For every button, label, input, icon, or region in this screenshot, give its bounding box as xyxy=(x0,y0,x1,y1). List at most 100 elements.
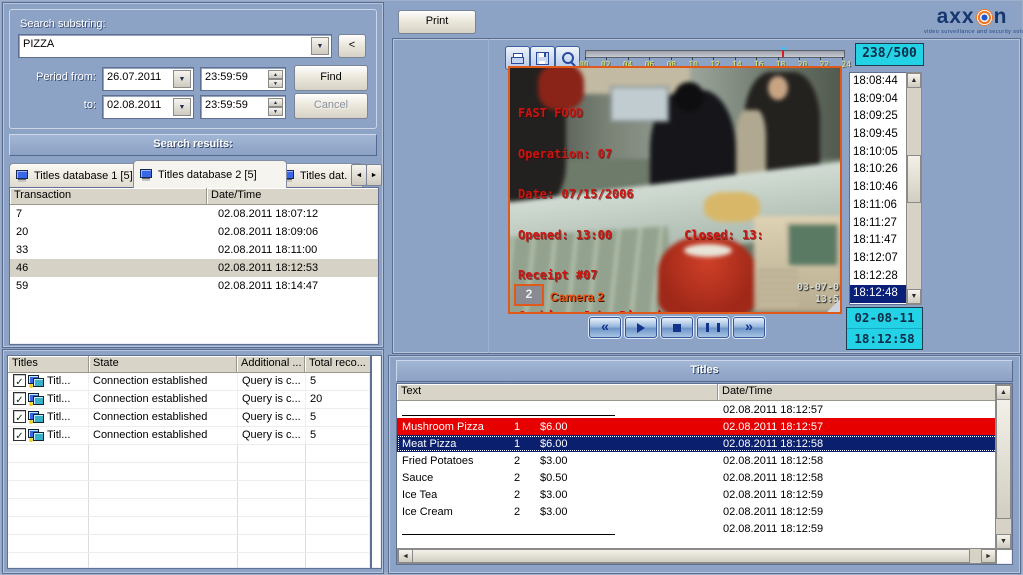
from-date-combo[interactable]: 26.07.2011 xyxy=(102,67,194,91)
source-checkbox[interactable] xyxy=(13,374,26,387)
time-list-item[interactable]: 18:10:05 xyxy=(850,144,906,162)
resize-grip-icon[interactable] xyxy=(827,299,840,312)
sources-table: Titles State Additional ... Total reco..… xyxy=(7,355,371,569)
column-text[interactable]: Text xyxy=(397,384,718,401)
scroll-down-button[interactable]: ▼ xyxy=(907,289,921,304)
video-frame: FAST FOOD Operation: 07 Date: 07/15/2006… xyxy=(508,66,842,314)
fast-forward-button[interactable] xyxy=(733,317,765,338)
scroll-down-button[interactable]: ▼ xyxy=(996,534,1011,549)
title-row[interactable]: 02.08.2011 18:12:57 xyxy=(397,401,1012,418)
title-row-selected[interactable]: Meat Pizza1$6.00 02.08.2011 18:12:58 xyxy=(397,435,1012,452)
tab-label: Titles database 1 [5] xyxy=(34,170,133,182)
scrollbar-thumb[interactable] xyxy=(412,549,970,563)
time-list-item[interactable]: 18:12:07 xyxy=(850,250,906,268)
time-list-item[interactable]: 18:08:44 xyxy=(850,73,906,91)
item-qty: 2 xyxy=(502,455,532,467)
time-list-item[interactable]: 18:10:26 xyxy=(850,161,906,179)
time-list-item[interactable]: 18:11:27 xyxy=(850,215,906,233)
from-time-spinner[interactable]: 23:59:59 xyxy=(200,67,286,91)
search-input[interactable]: PIZZA xyxy=(18,34,332,58)
rewind-button[interactable] xyxy=(589,317,621,338)
cancel-button[interactable]: Cancel xyxy=(294,93,368,119)
to-time-up[interactable] xyxy=(268,98,283,107)
source-checkbox[interactable] xyxy=(13,410,26,423)
source-checkbox[interactable] xyxy=(13,392,26,405)
source-name: Titl... xyxy=(47,375,70,387)
source-checkbox[interactable] xyxy=(13,428,26,441)
tab-titles-database-2[interactable]: Titles database 2 [5] xyxy=(133,160,287,188)
table-row[interactable]: 59 02.08.2011 18:14:47 xyxy=(10,277,378,295)
play-button[interactable] xyxy=(625,317,657,338)
time-list-item[interactable]: 18:13:08 xyxy=(850,303,906,305)
table-row[interactable]: 7 02.08.2011 18:07:12 xyxy=(10,205,378,223)
table-row[interactable]: 20 02.08.2011 18:09:06 xyxy=(10,223,378,241)
to-date-dropdown[interactable] xyxy=(173,98,191,116)
from-date-dropdown[interactable] xyxy=(173,70,191,88)
item-name: Sauce xyxy=(397,472,502,484)
title-row[interactable]: 02.08.2011 18:12:59 xyxy=(397,520,1012,537)
time-list-item[interactable]: 18:09:04 xyxy=(850,91,906,109)
from-time-down[interactable] xyxy=(268,79,283,88)
to-time-spinner[interactable]: 23:59:59 xyxy=(200,95,286,119)
search-dropdown-button[interactable] xyxy=(311,37,329,55)
empty-row xyxy=(8,535,370,553)
cell-datetime: 02.08.2011 18:12:58 xyxy=(717,472,1003,484)
time-list-item[interactable]: 18:11:47 xyxy=(850,232,906,250)
item-price: $3.00 xyxy=(532,489,610,501)
time-list-scrollbar[interactable]: ▲ ▼ xyxy=(906,72,922,305)
titles-horizontal-scrollbar[interactable]: ◄ ► xyxy=(397,548,997,564)
title-row[interactable]: Sauce2$0.50 02.08.2011 18:12:58 xyxy=(397,469,1012,486)
source-row[interactable]: Titl... Connection established Query is … xyxy=(8,373,370,391)
column-datetime[interactable]: Date/Time xyxy=(207,188,379,205)
column-transaction[interactable]: Transaction xyxy=(10,188,207,205)
tab-titles-database-1[interactable]: Titles database 1 [5] xyxy=(9,163,145,187)
find-button[interactable]: Find xyxy=(294,65,368,91)
time-list-item[interactable]: 18:09:45 xyxy=(850,126,906,144)
title-row[interactable]: Fried Potatoes2$3.00 02.08.2011 18:12:58 xyxy=(397,452,1012,469)
title-row-highlighted-red[interactable]: Mushroom Pizza1$6.00 02.08.2011 18:12:57 xyxy=(397,418,1012,435)
title-row[interactable]: Ice Cream2$3.00 02.08.2011 18:12:59 xyxy=(397,503,1012,520)
column-datetime[interactable]: Date/Time xyxy=(718,384,998,401)
timeline-position-marker[interactable] xyxy=(782,48,784,57)
source-row[interactable]: Titl... Connection established Query is … xyxy=(8,409,370,427)
scrollbar-thumb[interactable] xyxy=(907,155,921,203)
column-state[interactable]: State xyxy=(89,356,237,373)
cell-datetime: 02.08.2011 18:12:57 xyxy=(717,404,1003,416)
rewind-icon xyxy=(601,321,609,334)
empty-row xyxy=(8,463,370,481)
fast-forward-icon xyxy=(745,321,753,334)
tab-titles-database-3[interactable]: Titles dat. xyxy=(275,163,363,187)
source-additional: Query is c... xyxy=(238,409,306,426)
sources-scroll-strip[interactable] xyxy=(371,355,382,569)
tab-scroll-left-button[interactable] xyxy=(351,164,367,186)
from-time-up[interactable] xyxy=(268,70,283,79)
table-row[interactable]: 33 02.08.2011 18:11:00 xyxy=(10,241,378,259)
cell-datetime: 02.08.2011 18:12:59 xyxy=(717,489,1003,501)
column-titles[interactable]: Titles xyxy=(8,356,89,373)
source-row[interactable]: Titl... Connection established Query is … xyxy=(8,391,370,409)
column-additional[interactable]: Additional ... xyxy=(237,356,305,373)
time-list-item[interactable]: 18:11:06 xyxy=(850,197,906,215)
scroll-left-button[interactable]: ◄ xyxy=(398,549,413,563)
pause-button[interactable] xyxy=(697,317,729,338)
title-row[interactable]: Ice Tea2$3.00 02.08.2011 18:12:59 xyxy=(397,486,1012,503)
cell-transaction: 33 xyxy=(10,244,212,256)
source-row[interactable]: Titl... Connection established Query is … xyxy=(8,427,370,445)
time-list-item[interactable]: 18:10:46 xyxy=(850,179,906,197)
collapse-button[interactable]: < xyxy=(338,34,366,58)
scroll-up-button[interactable]: ▲ xyxy=(996,385,1011,400)
to-date-combo[interactable]: 02.08.2011 xyxy=(102,95,194,119)
time-list-item-selected[interactable]: 18:12:48 xyxy=(850,285,906,303)
scroll-right-button[interactable]: ► xyxy=(981,549,996,563)
scrollbar-thumb[interactable] xyxy=(996,399,1011,519)
stop-button[interactable] xyxy=(661,317,693,338)
time-list-item[interactable]: 18:12:28 xyxy=(850,268,906,286)
scroll-up-button[interactable]: ▲ xyxy=(907,73,921,88)
titles-vertical-scrollbar[interactable]: ▲ ▼ xyxy=(995,384,1012,550)
time-list-item[interactable]: 18:09:25 xyxy=(850,108,906,126)
table-row-selected[interactable]: 46 02.08.2011 18:12:53 xyxy=(10,259,378,277)
column-total[interactable]: Total reco... xyxy=(305,356,371,373)
print-button[interactable]: Print xyxy=(398,10,476,34)
to-time-down[interactable] xyxy=(268,107,283,116)
tab-scroll-right-button[interactable] xyxy=(366,164,382,186)
